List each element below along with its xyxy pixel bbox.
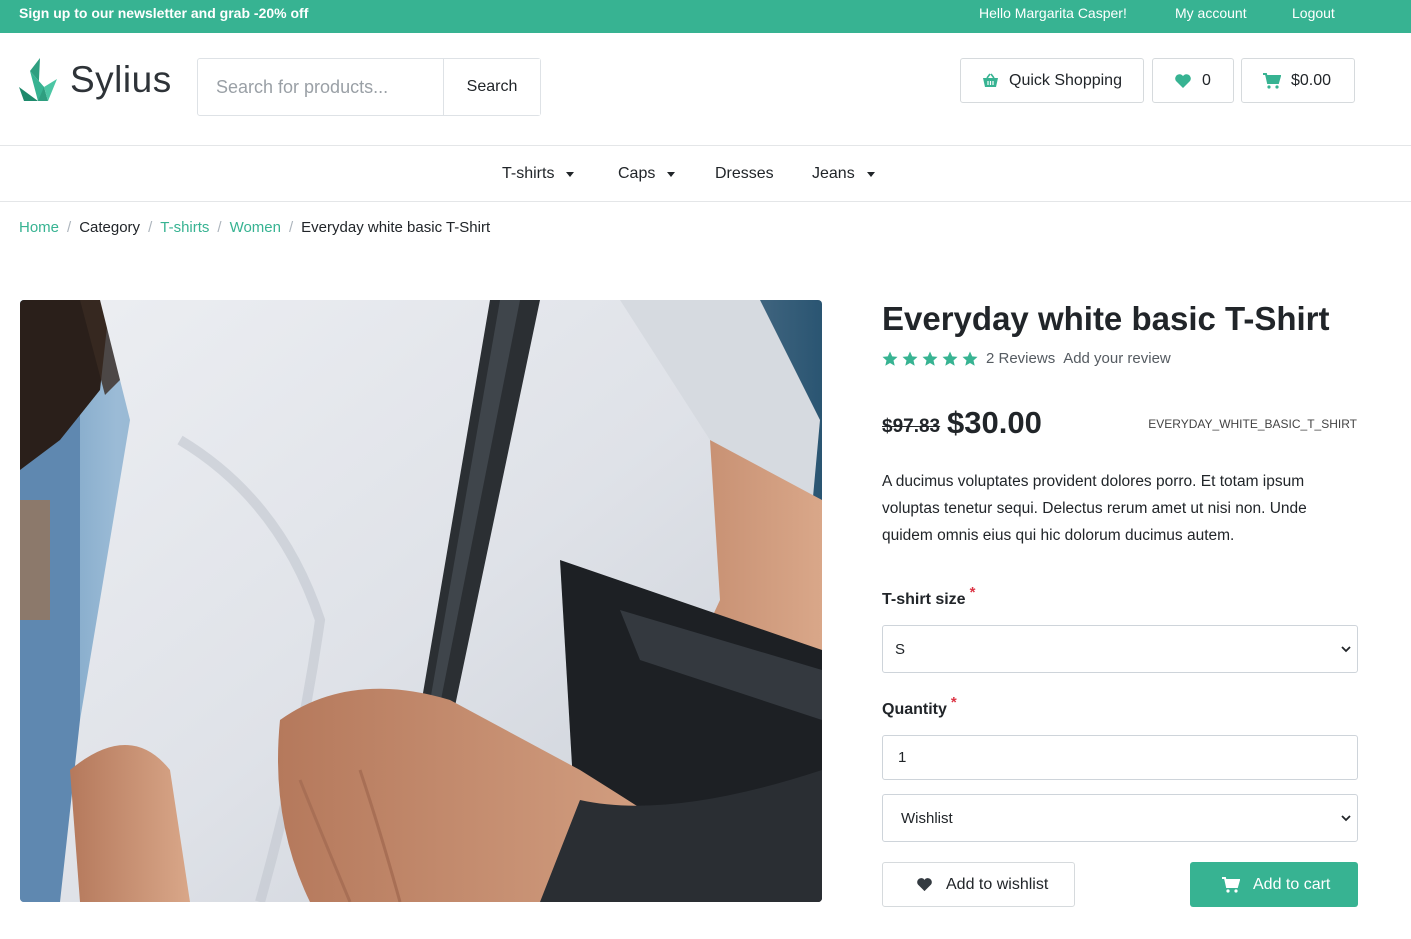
current-price: $30.00	[947, 405, 1042, 440]
logo[interactable]: Sylius	[18, 57, 172, 103]
heart-icon	[1175, 73, 1191, 88]
search-button[interactable]: Search	[443, 59, 540, 115]
quantity-input[interactable]: 1	[882, 735, 1358, 780]
quick-shopping-button[interactable]: Quick Shopping	[960, 58, 1144, 103]
size-select[interactable]: S	[882, 625, 1358, 673]
star-rating	[882, 351, 978, 367]
cart-total: $0.00	[1291, 71, 1332, 89]
product-title: Everyday white basic T-Shirt	[882, 300, 1330, 337]
nav-item-jeans[interactable]: Jeans	[812, 165, 875, 183]
product-description: A ducimus voluptates provident dolores p…	[882, 473, 1307, 544]
breadcrumb-separator: /	[148, 219, 153, 236]
star-icon	[882, 351, 898, 366]
nav-item-label: T-shirts	[502, 165, 555, 182]
heart-icon	[917, 878, 932, 892]
chevron-down-icon	[1341, 815, 1351, 822]
reviews-count-link[interactable]: 2 Reviews	[986, 350, 1055, 367]
caret-down-icon	[866, 171, 875, 177]
chevron-down-icon	[1341, 646, 1351, 653]
star-icon	[922, 351, 938, 366]
size-label: T-shirt size *	[882, 584, 975, 609]
search-input[interactable]	[198, 59, 443, 115]
cart-icon	[1263, 72, 1281, 89]
quantity-value: 1	[898, 749, 907, 766]
quick-shopping-label: Quick Shopping	[1009, 71, 1122, 89]
quantity-label-text: Quantity	[882, 701, 947, 718]
top-bar: Sign up to our newsletter and grab -20% …	[0, 0, 1411, 33]
wishlist-button[interactable]: 0	[1152, 58, 1234, 103]
caret-down-icon	[667, 171, 676, 177]
brand-name: Sylius	[70, 59, 172, 100]
quantity-label: Quantity *	[882, 694, 957, 719]
nav-item-caps[interactable]: Caps	[618, 165, 676, 183]
nav-item-dresses[interactable]: Dresses	[715, 165, 774, 183]
nav-item-label: Jeans	[812, 165, 855, 182]
size-select-value: S	[895, 640, 906, 658]
add-to-cart-label: Add to cart	[1253, 875, 1331, 893]
nav-item-label: Caps	[618, 165, 656, 182]
product-photo-illustration	[20, 300, 822, 902]
cart-button[interactable]: $0.00	[1241, 58, 1355, 103]
original-price: $97.83	[882, 416, 941, 437]
add-to-cart-button[interactable]: Add to cart	[1190, 862, 1358, 907]
cart-icon	[1222, 876, 1240, 893]
nav-item-label: Dresses	[715, 165, 774, 182]
wishlist-select-value: Wishlist	[901, 809, 953, 827]
sylius-logo-icon	[19, 58, 57, 101]
breadcrumb: Home / Category / T-shirts / Women / Eve…	[19, 219, 490, 236]
breadcrumb-category: Category	[79, 219, 141, 236]
product-rating: 2 Reviews Add your review	[882, 350, 1171, 367]
required-mark: *	[969, 584, 976, 601]
breadcrumb-home[interactable]: Home	[19, 219, 59, 236]
category-nav: T-shirts Caps Dresses Jeans	[0, 145, 1411, 202]
search-form: Search	[197, 58, 541, 116]
caret-down-icon	[566, 171, 575, 177]
user-greeting: Hello Margarita Casper!	[979, 5, 1127, 21]
add-to-wishlist-button[interactable]: Add to wishlist	[882, 862, 1075, 907]
my-account-link[interactable]: My account	[1175, 5, 1247, 21]
product-code: EVERYDAY_WHITE_BASIC_T_SHIRT	[1148, 417, 1357, 431]
size-label-text: T-shirt size	[882, 591, 966, 608]
breadcrumb-women[interactable]: Women	[230, 219, 281, 236]
breadcrumb-separator: /	[289, 219, 294, 236]
basket-icon	[983, 73, 998, 87]
newsletter-promo-link[interactable]: Sign up to our newsletter and grab -20% …	[19, 5, 308, 21]
product-image[interactable]	[20, 300, 822, 902]
wishlist-select[interactable]: Wishlist	[882, 794, 1358, 842]
breadcrumb-separator: /	[67, 219, 72, 236]
star-icon	[962, 351, 978, 366]
breadcrumb-tshirts[interactable]: T-shirts	[160, 219, 209, 236]
breadcrumb-current: Everyday white basic T-Shirt	[301, 219, 491, 236]
wishlist-count: 0	[1202, 71, 1211, 89]
breadcrumb-separator: /	[217, 219, 222, 236]
required-mark: *	[950, 694, 957, 711]
add-review-link[interactable]: Add your review	[1063, 350, 1171, 367]
star-icon	[902, 351, 918, 366]
add-to-wishlist-label: Add to wishlist	[946, 875, 1049, 893]
logout-link[interactable]: Logout	[1292, 5, 1335, 21]
nav-item-tshirts[interactable]: T-shirts	[502, 165, 575, 183]
star-icon	[942, 351, 958, 366]
